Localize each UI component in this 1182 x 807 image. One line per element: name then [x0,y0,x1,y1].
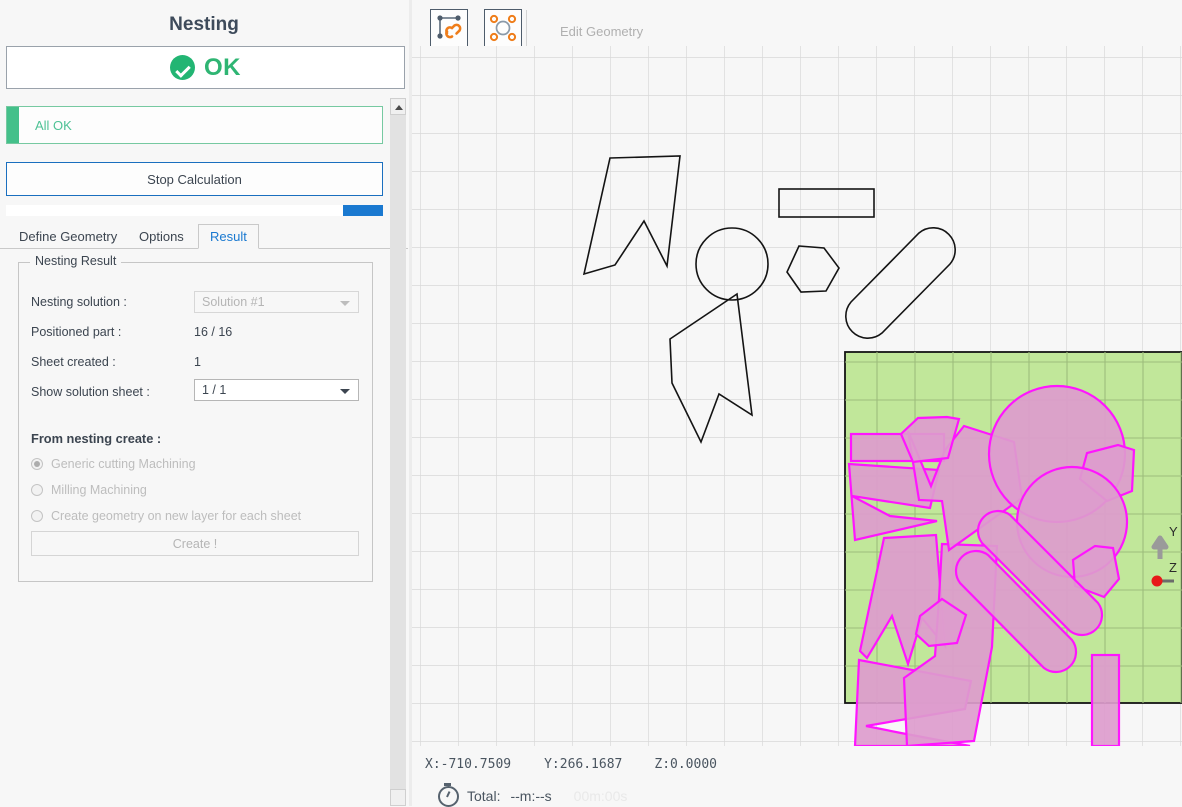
row-sheet-created: Sheet created : 1 [19,351,372,373]
timer-elapsed-value: 00m:00s [574,788,628,804]
geometry-toolbar: Edit Geometry [412,0,1182,46]
status-banner-label: OK [204,54,241,82]
create-button[interactable]: Create ! [31,531,359,556]
chevron-down-icon [340,389,350,394]
radio-dot-icon [31,510,43,522]
tab-define-geometry[interactable]: Define Geometry [8,224,128,249]
panel-scrollbar[interactable] [390,98,406,806]
axis-y-label: Y [1169,524,1178,539]
radio-generic-cutting-machining[interactable]: Generic cutting Machining [31,457,196,471]
coord-z-value: Z:0.0000 [654,757,717,772]
panel-tabs: Define Geometry Options Result [0,224,408,249]
sheet-created-value: 1 [194,351,201,373]
timer-total-value: --m:--s [510,788,551,804]
coordinate-readout: X:-710.7509 Y:266.1687 Z:0.0000 [412,752,1182,776]
positioned-part-label: Positioned part : [31,321,121,343]
nesting-solution-label: Nesting solution : [31,291,127,313]
row-nesting-solution: Nesting solution : Solution #1 [19,291,372,313]
coord-y-value: Y:266.1687 [544,757,622,772]
show-solution-sheet-select[interactable]: 1 / 1 [194,379,359,401]
scroll-down-arrow-icon[interactable] [390,789,406,806]
link-geometry-glyph [431,10,467,46]
radio-milling-machining[interactable]: Milling Machining [31,483,147,497]
nested-rectangle-2 [1092,655,1119,746]
drawing-canvas[interactable]: Y Z [412,46,1182,746]
axis-origin-dot [1152,576,1163,587]
nesting-solution-value: Solution #1 [202,295,265,309]
coord-x-value: X:-710.7509 [425,757,511,772]
chevron-down-icon [340,301,350,306]
nesting-panel: Nesting OK All OK Stop Calculation Defin… [0,0,408,806]
timer-label: Total: [467,788,500,804]
nest-geometry-glyph [485,10,521,46]
canvas-svg: Y Z [412,46,1182,746]
progress-fill [343,205,383,216]
radio-label: Generic cutting Machining [51,457,196,471]
stop-calculation-button[interactable]: Stop Calculation [6,162,383,196]
stopwatch-icon [438,786,459,807]
sheet-created-label: Sheet created : [31,351,116,373]
timer-status-bar: Total: --m:--s 00m:00s [412,786,1182,806]
workspace: Edit Geometry [412,0,1182,806]
nest-geometry-icon[interactable] [484,9,522,47]
edit-geometry-label: Edit Geometry [560,24,643,39]
calculation-progress-bar [6,205,383,216]
status-accent-bar [7,107,19,143]
page-title: Nesting [0,8,408,42]
check-circle-icon [170,55,195,80]
row-show-solution-sheet: Show solution sheet : 1 / 1 [19,381,372,403]
status-banner: OK [6,46,405,89]
radio-create-geometry-new-layer[interactable]: Create geometry on new layer for each sh… [31,509,301,523]
show-solution-sheet-value: 1 / 1 [202,383,226,397]
radio-dot-icon [31,458,43,470]
link-geometry-icon[interactable] [430,9,468,47]
status-message-row: All OK [6,106,383,144]
status-message-label: All OK [19,118,72,133]
positioned-part-value: 16 / 16 [194,321,232,343]
from-nesting-create-title: From nesting create : [31,431,161,446]
radio-dot-icon [31,484,43,496]
row-positioned-part: Positioned part : 16 / 16 [19,321,372,343]
show-solution-sheet-label: Show solution sheet : [31,381,150,403]
nesting-solution-select[interactable]: Solution #1 [194,291,359,313]
tab-result[interactable]: Result [198,224,259,249]
axis-z-label: Z [1169,560,1177,575]
scroll-up-arrow-icon[interactable] [390,98,406,115]
radio-label: Milling Machining [51,483,147,497]
nesting-result-legend: Nesting Result [30,254,121,268]
nesting-result-group: Nesting solution : Solution #1 Positione… [18,262,373,582]
radio-label: Create geometry on new layer for each sh… [51,509,301,523]
tab-options[interactable]: Options [128,224,195,249]
toolbar-separator [526,10,527,46]
